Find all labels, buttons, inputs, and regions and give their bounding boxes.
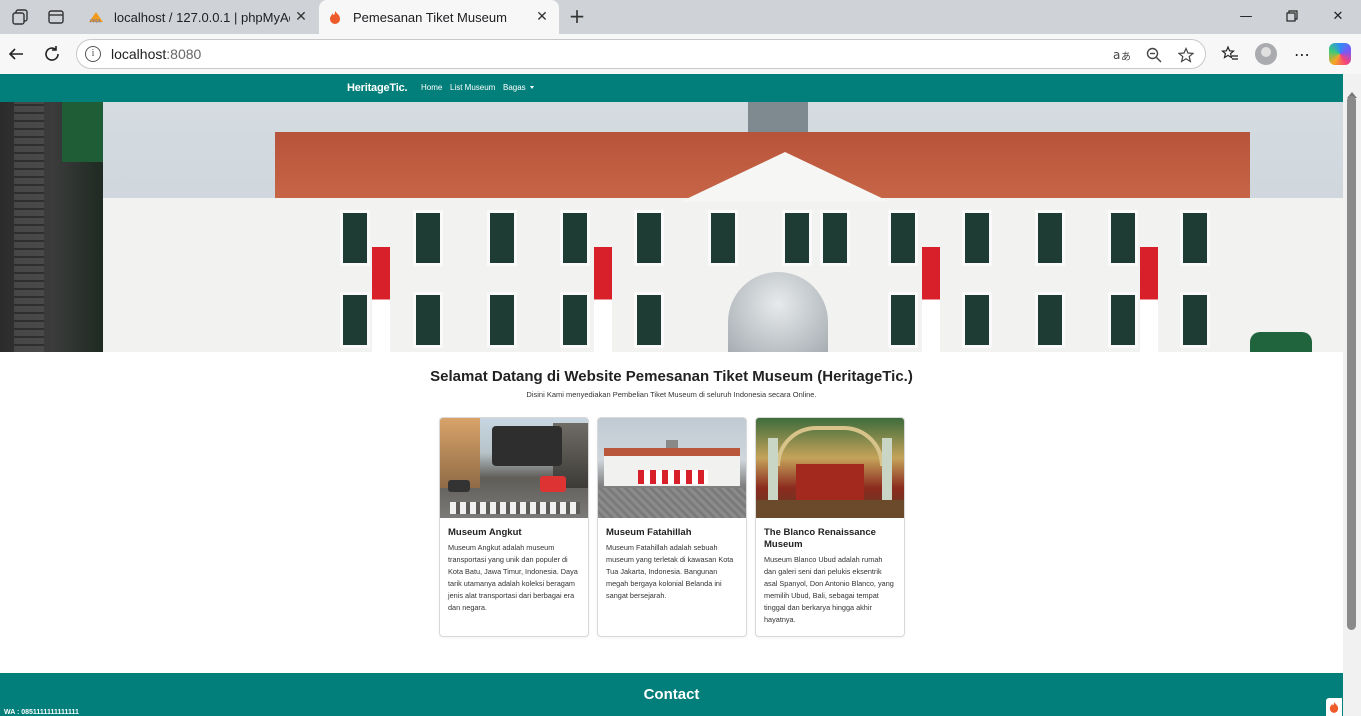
flame-icon [327,9,343,25]
profile-avatar[interactable] [1255,43,1277,65]
museum-card-angkut[interactable]: Museum Angkut Museum Angkut adalah museu… [439,417,589,637]
workspaces-icon[interactable] [10,7,30,27]
site-navbar: HeritageTic. Home List Museum Bagas [0,74,1343,102]
welcome-title: Selamat Datang di Website Pemesanan Tike… [430,368,913,385]
close-tab-icon[interactable]: ✕ [531,6,553,28]
museum-card-description: Museum Blanco Ubud adalah rumah dan gale… [764,555,894,624]
hero-banner-image [0,102,1343,352]
more-menu-icon[interactable]: ⋯ [1291,43,1313,65]
reload-icon[interactable] [41,43,63,65]
svg-text:あ: あ [1121,51,1131,63]
scrollbar-thumb[interactable] [1347,96,1356,630]
site-brand[interactable]: HeritageTic. [347,82,408,94]
tab-actions-icon[interactable] [46,7,66,27]
museum-card-image [440,418,588,518]
close-window-button[interactable]: ✕ [1323,5,1353,27]
new-tab-button[interactable]: + [566,4,588,28]
museum-card-title: Museum Angkut [448,527,522,538]
museum-card-title: The Blanco Renaissance Museum [764,527,876,550]
back-icon[interactable] [5,43,27,65]
museum-card-image [756,418,904,518]
tab-title: localhost / 127.0.0.1 | phpMyAdmin [114,9,290,25]
close-tab-icon[interactable]: ✕ [290,6,312,28]
museum-card-fatahillah[interactable]: Museum Fatahillah Museum Fatahillah adal… [597,417,747,637]
favorite-star-icon[interactable] [1177,46,1195,64]
welcome-subtitle: Disini Kami menyediakan Pembelian Tiket … [526,390,817,399]
minimize-button[interactable]: — [1231,5,1261,27]
address-bar[interactable]: i localhost:8080 aあ [76,39,1206,69]
address-toolbar: i localhost:8080 aあ ⋯ [0,34,1361,74]
contact-heading: Contact [643,686,700,703]
nav-home[interactable]: Home [421,83,442,92]
browser-tab-bar: PMA localhost / 127.0.0.1 | phpMyAdmin ✕… [0,0,1361,34]
site-footer: Contact WA : 0851111111111111 [0,673,1343,716]
floating-flame-icon[interactable] [1326,698,1342,716]
svg-text:PMA: PMA [90,19,101,24]
read-aloud-icon[interactable]: aあ [1113,46,1131,64]
museum-card-description: Museum Fatahillah adalah sebuah museum y… [606,543,734,600]
nav-bagas-dropdown[interactable]: Bagas [503,83,534,92]
museum-card-description: Museum Angkut adalah museum transportasi… [448,543,578,612]
site-info-icon[interactable]: i [85,46,101,62]
phpmyadmin-icon: PMA [88,9,104,25]
tab-pemesanan-tiket[interactable]: Pemesanan Tiket Museum ✕ [319,0,559,34]
caret-down-icon [529,86,534,90]
whatsapp-number: WA : 0851111111111111 [4,709,79,716]
museum-card-blanco[interactable]: The Blanco Renaissance Museum Museum Bla… [755,417,905,637]
favorites-icon[interactable] [1219,43,1241,65]
restore-button[interactable] [1277,5,1307,27]
url-text: localhost:8080 [111,46,202,62]
copilot-icon[interactable] [1329,43,1351,65]
page-viewport: HeritageTic. Home List Museum Bagas Sela… [0,74,1361,716]
nav-list-museum[interactable]: List Museum [450,83,495,92]
museum-card-image [598,418,746,518]
svg-text:a: a [1113,48,1120,62]
page-scrollbar[interactable] [1343,74,1361,716]
tab-phpmyadmin[interactable]: PMA localhost / 127.0.0.1 | phpMyAdmin ✕ [80,0,318,34]
zoom-out-icon[interactable] [1145,46,1163,64]
museum-card-title: Museum Fatahillah [606,527,692,538]
tab-title: Pemesanan Tiket Museum [353,9,507,25]
